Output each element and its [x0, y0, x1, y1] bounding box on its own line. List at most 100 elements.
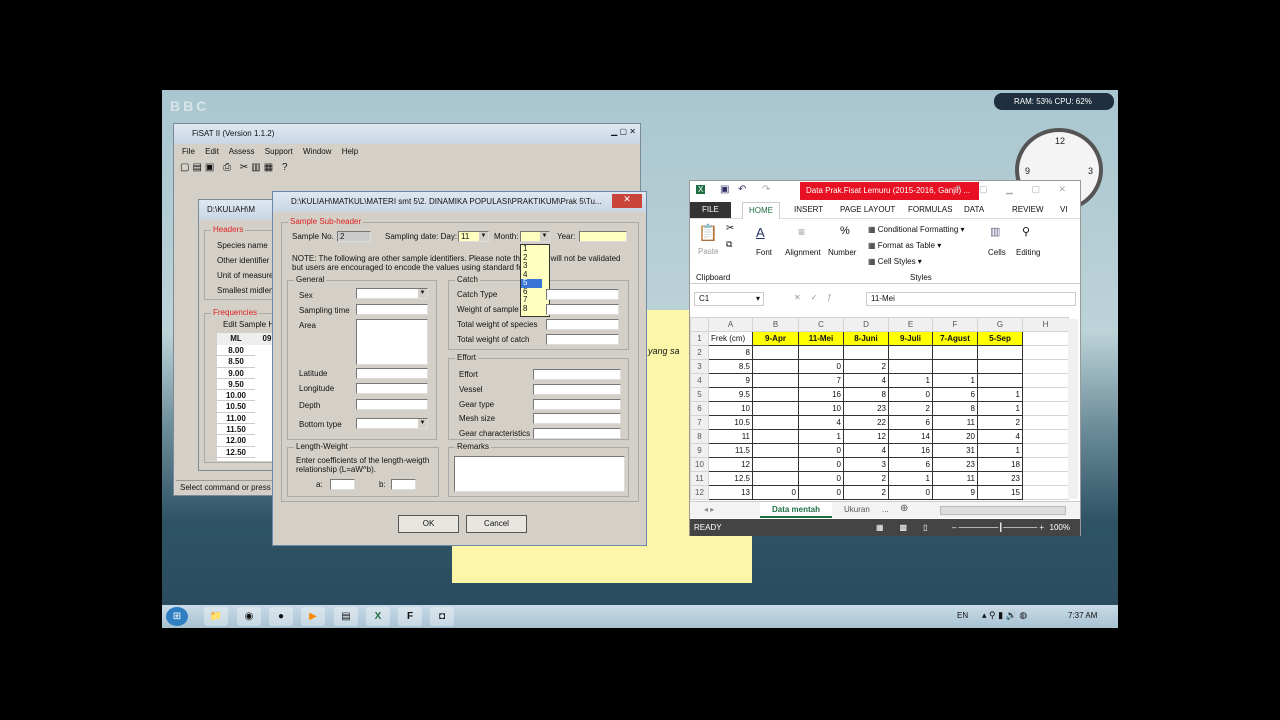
header-cell[interactable]: 5-Sep — [977, 331, 1023, 346]
row-header[interactable]: 1 — [690, 331, 709, 346]
row-header[interactable]: 10 — [690, 457, 709, 472]
sheet-tab-data-mentah[interactable]: Data mentah — [760, 502, 832, 518]
column-header[interactable]: D — [843, 317, 889, 332]
chrome-icon[interactable]: ◉ — [237, 607, 261, 626]
cell[interactable]: 0 — [888, 387, 933, 402]
window-controls[interactable]: ▁ ▢ ✕ — [611, 127, 636, 136]
ml-row[interactable]: 12.00 — [217, 435, 255, 447]
row-header[interactable]: 4 — [690, 373, 709, 388]
redo-icon[interactable]: ↷ — [762, 184, 770, 195]
cell[interactable]: 12.5 — [708, 471, 753, 486]
fisat-taskbar-icon[interactable]: F — [398, 607, 422, 626]
column-header[interactable]: F — [932, 317, 978, 332]
select-all[interactable] — [690, 317, 709, 332]
menu-help[interactable]: Help — [342, 147, 358, 156]
cell[interactable] — [752, 373, 799, 388]
window-controls[interactable]: ? ▢ ▁ ▢ ✕ — [956, 184, 1074, 195]
conditional-formatting-button[interactable]: ▦ Conditional Formatting ▾ — [868, 225, 965, 234]
header-cell[interactable]: Frek (cm) — [708, 331, 753, 346]
header-cell[interactable] — [1022, 331, 1069, 346]
cell[interactable]: 2 — [843, 471, 889, 486]
cells-icon[interactable]: ▥ — [990, 225, 1000, 238]
ribbon-tab-vi[interactable]: VI — [1054, 202, 1074, 218]
cell[interactable]: 23 — [932, 457, 978, 472]
cell[interactable] — [1022, 345, 1069, 360]
ribbon-tab-formulas[interactable]: FORMULAS — [902, 202, 958, 218]
number-icon[interactable]: % — [840, 225, 850, 237]
more-sheets[interactable]: ... — [882, 505, 889, 514]
header-cell[interactable]: 9-Apr — [752, 331, 799, 346]
sheet-tab-ukuran[interactable]: Ukuran — [844, 505, 870, 514]
media-player-icon[interactable]: ▶ — [301, 607, 325, 626]
cell[interactable] — [798, 345, 844, 360]
sheet-nav-arrows[interactable]: ◂ ▸ — [704, 505, 714, 514]
view-buttons[interactable]: ▦▩▯ — [876, 519, 944, 536]
cell[interactable]: 1 — [798, 429, 844, 444]
cell[interactable]: 1 — [932, 373, 978, 388]
catch-field-input[interactable] — [546, 304, 619, 315]
cell[interactable]: 6 — [932, 387, 978, 402]
cell[interactable]: 16 — [888, 443, 933, 458]
folder-icon[interactable]: ▤ — [334, 607, 358, 626]
number-button[interactable]: Number — [828, 248, 856, 257]
cell[interactable] — [1022, 429, 1069, 444]
catch-field-input[interactable] — [546, 334, 619, 345]
formula-buttons[interactable]: ✕✓ƒ — [794, 293, 842, 302]
month-option[interactable]: 8 — [521, 304, 542, 314]
ribbon-tab-home[interactable]: HOME — [742, 202, 780, 219]
cell[interactable]: 10 — [798, 401, 844, 416]
dialog-title-bar[interactable]: D:\KULIAH\MATKUL\MATERI smt 5\2. DINAMIK… — [273, 192, 646, 212]
b-field[interactable] — [391, 479, 416, 490]
cell[interactable] — [977, 359, 1023, 374]
chevron-down-icon[interactable]: ▼ — [418, 419, 427, 428]
row-header[interactable]: 12 — [690, 485, 709, 500]
column-header[interactable]: H — [1022, 317, 1069, 332]
cell[interactable] — [752, 457, 799, 472]
month-combobox[interactable]: ▼ — [520, 231, 550, 242]
cell[interactable]: 11.5 — [708, 443, 753, 458]
cell[interactable]: 8.5 — [708, 359, 753, 374]
chevron-down-icon[interactable]: ▼ — [540, 232, 549, 241]
column-header[interactable]: E — [888, 317, 933, 332]
spreadsheet-grid[interactable]: A B C D E F G H 1 Frek (cm) 9-Apr 11-Mei 8-Juni 9-Jul… — [690, 317, 1069, 500]
cell[interactable]: 9.5 — [708, 387, 753, 402]
formula-bar[interactable]: 11-Mei — [866, 292, 1076, 306]
zoom-slider[interactable]: ‒ ───────┃────── + — [952, 519, 1044, 536]
cell[interactable]: 10 — [708, 401, 753, 416]
effort-field-input[interactable] — [533, 383, 621, 395]
cell[interactable]: 9 — [708, 373, 753, 388]
remarks-textarea[interactable] — [454, 456, 625, 492]
cell[interactable]: 6 — [888, 415, 933, 430]
cell[interactable]: 11 — [932, 471, 978, 486]
row-header[interactable]: 9 — [690, 443, 709, 458]
cell[interactable]: 10.5 — [708, 415, 753, 430]
cell[interactable] — [932, 345, 978, 360]
cell[interactable]: 4 — [843, 443, 889, 458]
excel-title-bar[interactable]: X ▣ ↶ ↷ Data Prak.Fisat Lemuru (2015-201… — [690, 181, 1080, 201]
cell[interactable] — [752, 443, 799, 458]
ok-button[interactable]: OK — [398, 515, 459, 533]
column-header[interactable]: C — [798, 317, 844, 332]
row-header[interactable]: 2 — [690, 345, 709, 360]
header-cell[interactable]: 8-Juni — [843, 331, 889, 346]
effort-field-input[interactable] — [533, 413, 621, 425]
header-cell[interactable]: 7-Agust — [932, 331, 978, 346]
menu-file[interactable]: File — [182, 147, 195, 156]
alignment-button[interactable]: Alignment — [785, 248, 821, 257]
undo-icon[interactable]: ↶ — [738, 184, 746, 195]
cut-icon[interactable]: ✂ — [726, 223, 734, 234]
clock-time[interactable]: 7:37 AM — [1068, 611, 1097, 620]
day-combobox[interactable]: 11 ▼ — [458, 231, 489, 242]
cell[interactable]: 2 — [888, 401, 933, 416]
effort-field-input[interactable] — [533, 369, 621, 380]
cell[interactable]: 1 — [888, 373, 933, 388]
sampling-time-field[interactable] — [356, 304, 428, 315]
cell[interactable]: 3 — [843, 457, 889, 472]
cell[interactable]: 0 — [888, 485, 933, 500]
child-title[interactable]: D:\KULIAH\M — [199, 200, 277, 220]
cell[interactable] — [752, 359, 799, 374]
cell[interactable] — [977, 345, 1023, 360]
cell[interactable] — [752, 345, 799, 360]
cell[interactable]: 23 — [843, 401, 889, 416]
chevron-down-icon[interactable]: ▼ — [418, 289, 427, 298]
